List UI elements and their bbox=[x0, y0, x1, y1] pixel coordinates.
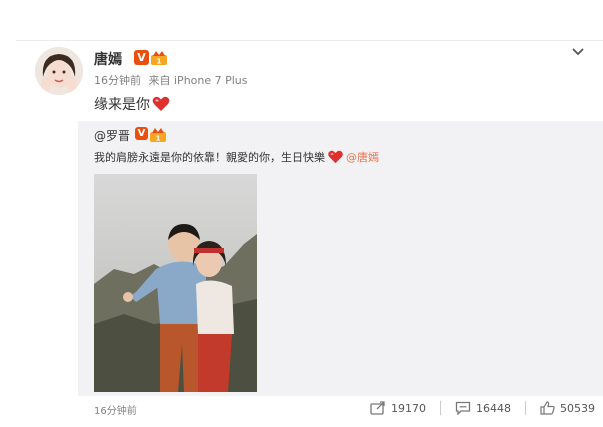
avatar[interactable] bbox=[35, 47, 83, 95]
repost-author[interactable]: @罗晋 bbox=[94, 127, 130, 144]
comment-button[interactable]: 16448 bbox=[455, 401, 511, 415]
post-content: 缘来是你 bbox=[94, 94, 170, 114]
repost-block: @罗晋 V 1 我的肩膀永遠是你的依靠！親愛的你，生日快樂 @唐嫣 16分钟前 … bbox=[78, 121, 603, 417]
heart-emoji-icon bbox=[328, 150, 343, 164]
repost-text-body: 我的肩膀永遠是你的依靠！親愛的你，生日快樂 bbox=[94, 151, 325, 164]
author-name[interactable]: 唐嫣 bbox=[94, 49, 122, 69]
comment-icon bbox=[455, 401, 471, 415]
post-text: 缘来是你 bbox=[94, 97, 150, 113]
post-timestamp[interactable]: 16分钟前 bbox=[94, 74, 141, 87]
divider bbox=[525, 401, 526, 415]
post-stats: 19170 16448 50539 bbox=[356, 401, 595, 415]
repost-timestamp[interactable]: 16分钟前 bbox=[94, 402, 137, 417]
vip-crown-icon[interactable]: 1 bbox=[151, 51, 167, 65]
comment-count: 16448 bbox=[476, 401, 511, 415]
post-meta: 16分钟前 来自 iPhone 7 Plus bbox=[94, 72, 248, 88]
repost-photo[interactable] bbox=[94, 174, 257, 392]
like-button[interactable]: 50539 bbox=[540, 401, 595, 415]
repost-icon bbox=[370, 401, 385, 415]
source-prefix: 来自 bbox=[148, 74, 171, 87]
svg-text:1: 1 bbox=[156, 135, 161, 143]
divider bbox=[440, 401, 441, 415]
svg-text:1: 1 bbox=[157, 58, 162, 66]
weibo-post-card: 唐嫣 V 1 16分钟前 来自 iPhone 7 Plus 缘来是你 @罗晋 V… bbox=[16, 40, 603, 427]
vip-crown-icon[interactable]: 1 bbox=[150, 128, 166, 142]
v-badge-icon: V bbox=[134, 50, 149, 65]
source-device: iPhone 7 Plus bbox=[174, 74, 248, 87]
repost-button[interactable]: 19170 bbox=[370, 401, 426, 415]
v-badge-icon: V bbox=[135, 127, 148, 140]
repost-count: 19170 bbox=[391, 401, 426, 415]
chevron-down-icon[interactable] bbox=[571, 45, 585, 59]
heart-emoji-icon bbox=[152, 96, 170, 111]
repost-text: 我的肩膀永遠是你的依靠！親愛的你，生日快樂 @唐嫣 bbox=[94, 149, 379, 165]
thumbs-up-icon bbox=[540, 401, 555, 415]
like-count: 50539 bbox=[560, 401, 595, 415]
mention-link[interactable]: @唐嫣 bbox=[346, 149, 379, 165]
